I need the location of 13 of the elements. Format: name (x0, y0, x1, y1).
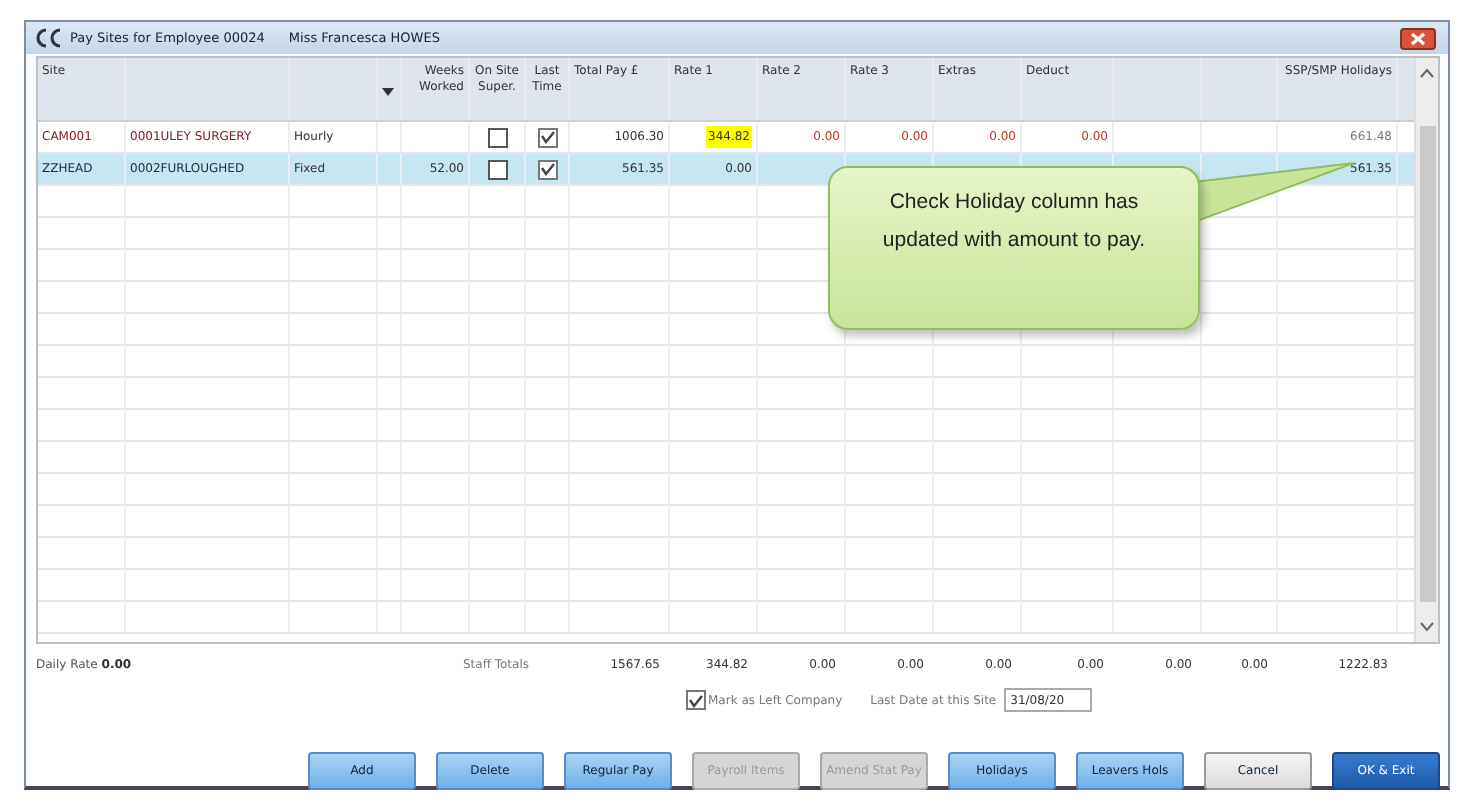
close-icon[interactable] (1410, 31, 1426, 45)
checkbox[interactable] (686, 690, 706, 710)
checkbox[interactable] (537, 127, 557, 147)
close-button[interactable] (1400, 27, 1436, 49)
checkbox[interactable] (537, 159, 557, 179)
scroll-up-icon[interactable] (1420, 68, 1434, 78)
scrollbar[interactable] (1414, 58, 1438, 642)
scroll-down-icon[interactable] (1420, 622, 1434, 632)
checkbox[interactable] (487, 127, 507, 147)
callout-note: Check Holiday column has updated with amount to pay. (828, 166, 1200, 330)
checkbox[interactable] (487, 159, 507, 179)
sort-arrow-icon[interactable] (382, 88, 394, 96)
app-logo-icon (34, 28, 62, 48)
